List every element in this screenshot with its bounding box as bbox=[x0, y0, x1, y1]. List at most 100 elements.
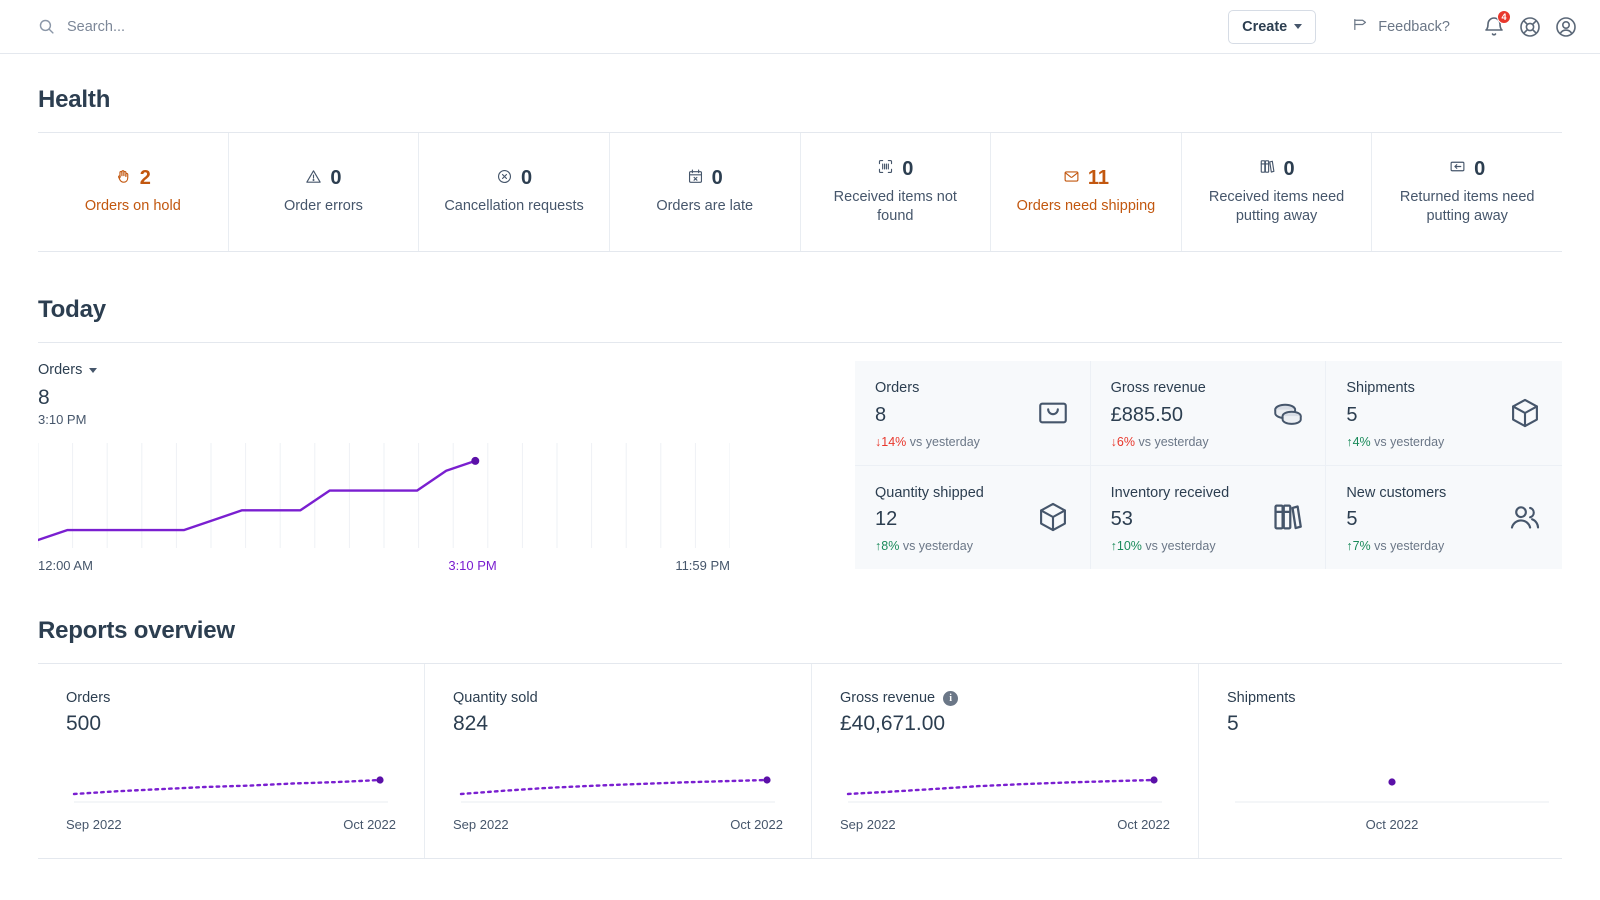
sparkline-path bbox=[74, 780, 380, 794]
axis-label-now: 3:10 PM bbox=[448, 558, 496, 573]
metric-selector[interactable]: Orders bbox=[38, 362, 97, 378]
report-card[interactable]: Gross revenuei£40,671.00Sep 2022Oct 2022 bbox=[812, 664, 1199, 858]
info-icon[interactable]: i bbox=[943, 691, 958, 706]
metric-delta-value: ↑8% bbox=[875, 539, 899, 553]
today-section-header: Today bbox=[38, 296, 1562, 324]
metric-delta-value: ↑7% bbox=[1346, 539, 1370, 553]
health-card-value: 2 bbox=[140, 167, 151, 190]
help-button[interactable] bbox=[1518, 15, 1542, 39]
health-card[interactable]: 0Returned items need putting away bbox=[1372, 133, 1562, 251]
report-card-value: 5 bbox=[1227, 712, 1557, 736]
search-input[interactable] bbox=[67, 19, 387, 35]
health-card-value: 0 bbox=[1474, 158, 1485, 181]
sparkline-axis-start: Sep 2022 bbox=[840, 817, 896, 832]
health-card-value: 11 bbox=[1088, 167, 1109, 190]
today-metric-card[interactable]: Inventory received53↑10% vs yesterday bbox=[1091, 466, 1327, 570]
report-card[interactable]: Shipments 5 Oct 2022 bbox=[1199, 664, 1585, 858]
reports-section-header: Reports overview bbox=[38, 617, 1562, 645]
report-card-value: 824 bbox=[453, 712, 783, 736]
search-box[interactable] bbox=[38, 18, 1228, 35]
chevron-down-icon bbox=[89, 368, 97, 373]
metric-card-delta: ↓6% vs yesterday bbox=[1111, 435, 1306, 449]
health-card[interactable]: 11 Orders need shipping bbox=[991, 133, 1182, 251]
report-card-header: Orders bbox=[66, 690, 396, 706]
health-card-top: 0 bbox=[1449, 158, 1485, 181]
health-card[interactable]: 0Orders are late bbox=[610, 133, 801, 251]
reports-grid: Orders500Sep 2022Oct 2022Quantity sold82… bbox=[38, 663, 1562, 859]
sparkline-svg bbox=[1227, 758, 1557, 804]
health-card[interactable]: 0 Cancellation requests bbox=[419, 133, 610, 251]
notifications-button[interactable]: 4 bbox=[1482, 15, 1506, 39]
today-metric-card[interactable]: New customers5↑7% vs yesterday bbox=[1326, 466, 1562, 570]
health-card[interactable]: 0Received items need putting away bbox=[1182, 133, 1373, 251]
sparkline-axis-start: Sep 2022 bbox=[453, 817, 509, 832]
today-metric-card[interactable]: Gross revenue£885.50↓6% vs yesterday bbox=[1091, 361, 1327, 466]
report-card-header: Shipments bbox=[1227, 690, 1557, 706]
sparkline-svg bbox=[840, 758, 1170, 804]
reports-title: Reports overview bbox=[38, 617, 1562, 645]
health-card-top: 0 bbox=[496, 167, 532, 190]
people-icon bbox=[1508, 500, 1542, 534]
report-sparkline: Sep 2022 Oct 2022 bbox=[840, 758, 1170, 832]
sparkline-axis: Sep 2022Oct 2022 bbox=[66, 817, 396, 832]
search-icon bbox=[38, 18, 55, 35]
chart-line bbox=[38, 461, 475, 540]
metric-card-delta: ↑7% vs yesterday bbox=[1346, 539, 1542, 553]
metric-card-delta: ↑8% vs yesterday bbox=[875, 539, 1070, 553]
account-button[interactable] bbox=[1554, 15, 1578, 39]
metric-delta-value: ↓6% bbox=[1111, 435, 1135, 449]
sparkline-svg bbox=[453, 758, 783, 804]
report-card-value: 500 bbox=[66, 712, 396, 736]
health-card-top: 11 bbox=[1063, 167, 1109, 190]
health-card[interactable]: 0Order errors bbox=[229, 133, 420, 251]
report-card-label: Shipments bbox=[1227, 690, 1296, 706]
report-card[interactable]: Quantity sold 824 Sep 2022Oct 2022 bbox=[425, 664, 812, 858]
box-icon bbox=[1036, 500, 1070, 534]
today-metric-card[interactable]: Quantity shipped12↑8% vs yesterday bbox=[855, 466, 1091, 570]
today-metric-card[interactable]: Shipments5↑4% vs yesterday bbox=[1326, 361, 1562, 466]
barcode-scan-icon bbox=[877, 158, 894, 180]
calendar-x-icon bbox=[687, 168, 704, 190]
metric-delta-suffix: vs yesterday bbox=[1374, 539, 1444, 553]
metric-delta-suffix: vs yesterday bbox=[1138, 435, 1208, 449]
sparkline-axis-end: Oct 2022 bbox=[1366, 817, 1419, 832]
health-card[interactable]: 2Orders on hold bbox=[38, 133, 229, 251]
health-card-label: Cancellation requests bbox=[444, 197, 583, 216]
health-card-top: 0 bbox=[305, 167, 341, 190]
report-card[interactable]: Orders 500 Sep 2022Oct 2022 bbox=[38, 664, 425, 858]
books-icon bbox=[1259, 158, 1276, 180]
health-card-label: Received items not found bbox=[815, 188, 977, 226]
sparkline-axis: Oct 2022 bbox=[1227, 817, 1557, 832]
metric-delta-suffix: vs yesterday bbox=[1145, 539, 1215, 553]
health-card-value: 0 bbox=[902, 158, 913, 181]
health-card-top: 0 bbox=[687, 167, 723, 190]
today-title: Today bbox=[38, 296, 1562, 324]
metric-card-label: Quantity shipped bbox=[875, 484, 1025, 504]
chart-gridlines bbox=[38, 443, 730, 548]
feedback-link[interactable]: Feedback? bbox=[1352, 16, 1450, 37]
health-card[interactable]: 0 Received items not found bbox=[801, 133, 992, 251]
today-line-chart[interactable] bbox=[38, 443, 730, 548]
today-metric-card[interactable]: Orders8↓14% vs yesterday bbox=[855, 361, 1091, 466]
create-button[interactable]: Create bbox=[1228, 10, 1316, 44]
health-card-value: 0 bbox=[712, 167, 723, 190]
metric-card-delta: ↑4% vs yesterday bbox=[1346, 435, 1542, 449]
feedback-label: Feedback? bbox=[1378, 19, 1450, 35]
coins-icon bbox=[1271, 396, 1305, 430]
megaphone-icon bbox=[1352, 16, 1369, 37]
health-card-top: 0 bbox=[1259, 158, 1295, 181]
books-icon bbox=[1271, 500, 1305, 534]
report-card-value: £40,671.00 bbox=[840, 712, 1170, 736]
top-bar-actions: Create Feedback? 4 bbox=[1228, 10, 1578, 44]
sparkline-axis-end: Oct 2022 bbox=[1117, 817, 1170, 832]
sparkline-svg bbox=[66, 758, 396, 804]
sparkline-axis-start: Sep 2022 bbox=[66, 817, 122, 832]
shopping-bag-icon bbox=[1036, 396, 1070, 430]
health-card-label: Orders need shipping bbox=[1017, 197, 1156, 216]
axis-label-end: 11:59 PM bbox=[675, 558, 730, 573]
sparkline-axis: Sep 2022Oct 2022 bbox=[453, 817, 783, 832]
today-metric-cards: Orders8↓14% vs yesterdayGross revenue£88… bbox=[855, 361, 1562, 569]
health-title: Health bbox=[38, 86, 1562, 114]
report-card-label: Quantity sold bbox=[453, 690, 538, 706]
health-card-top: 0 bbox=[877, 158, 913, 181]
